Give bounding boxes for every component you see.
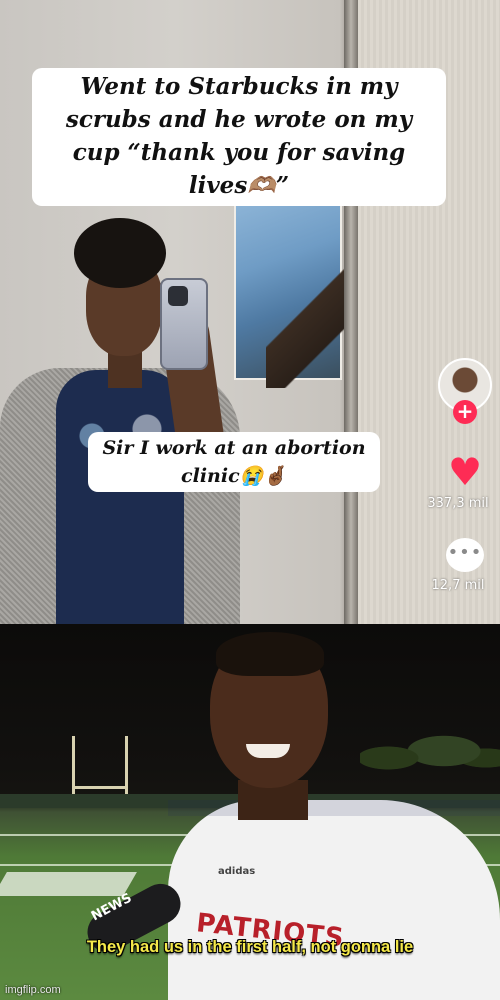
comment-count: 12,7 mil [431, 578, 485, 593]
jersey-shading [168, 800, 500, 816]
caption-abortion-clinic: Sir I work at an abortion clinic😭🤞🏾 [88, 432, 380, 492]
hair-bun [74, 218, 166, 288]
caption-line: Went to Starbucks in my [80, 73, 398, 100]
goalpost [72, 736, 128, 802]
white-jersey: adidas PATRIOTS [168, 800, 500, 1000]
comment-bubble-icon[interactable]: ••• [446, 538, 484, 572]
caption-starbucks: Went to Starbucks in my scrubs and he wr… [32, 68, 446, 206]
caption-line: lives🫶🏽” [188, 172, 290, 199]
like-count: 337,3 mil [427, 496, 489, 511]
tiktok-action-bar: + ♥ 337,3 mil ••• 12,7 mil [427, 352, 500, 612]
caption-line: cup “thank you for saving [72, 139, 406, 166]
meme-subtitle: They had us in the first half, not gonna… [86, 938, 414, 956]
jersey-brand-logo: adidas [218, 866, 256, 877]
caption-line: clinic😭🤞🏾 [181, 465, 287, 487]
tiktok-screenshot-panel: Went to Starbucks in my scrubs and he wr… [0, 0, 500, 624]
follow-plus-icon[interactable]: + [453, 400, 477, 424]
goalpost-crossbar [72, 786, 128, 789]
field-marking [0, 872, 137, 896]
phone-camera-icon [168, 286, 188, 306]
like-heart-icon[interactable]: ♥ [447, 453, 483, 491]
phone [160, 278, 208, 370]
imgflip-watermark: imgflip.com [5, 984, 61, 996]
football-interview-panel: adidas PATRIOTS NEWS They had us in the … [0, 624, 500, 1000]
caption-line: scrubs and he wrote on my [65, 106, 413, 133]
caption-line: Sir I work at an abortion [102, 437, 366, 459]
mirror-selfie-person [0, 218, 260, 624]
painting-tree [266, 238, 356, 388]
player-hair [216, 632, 324, 676]
